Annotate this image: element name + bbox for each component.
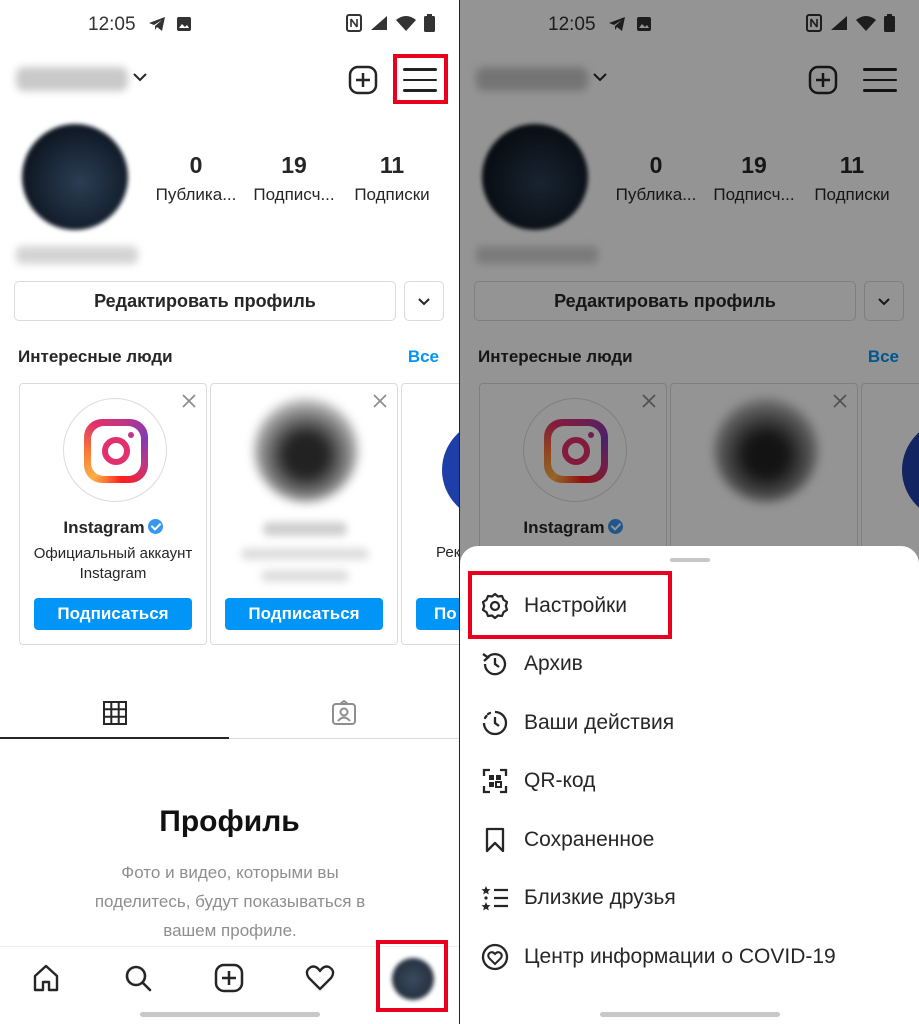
menu-highlight bbox=[393, 54, 448, 104]
empty-state-title: Профиль bbox=[159, 805, 300, 838]
stat-following-label: Подписки bbox=[354, 185, 430, 204]
profile-screen: 12:05 0 Публика... 19 Подписч... 11 Подп… bbox=[0, 0, 459, 1024]
tagged-icon[interactable] bbox=[330, 699, 358, 727]
chevron-down-icon[interactable] bbox=[132, 69, 148, 85]
stat-following-number: 11 bbox=[379, 152, 405, 178]
settings-highlight bbox=[468, 571, 672, 639]
gesture-bar bbox=[600, 1012, 780, 1017]
suggestion-name: Instagram bbox=[20, 518, 206, 538]
status-bar: 12:05 bbox=[0, 12, 459, 40]
menu-item-saved[interactable]: Сохраненное bbox=[478, 820, 898, 860]
stat-posts[interactable]: 0 Публика... bbox=[148, 152, 244, 205]
close-friends-icon bbox=[478, 881, 512, 915]
heart-icon[interactable] bbox=[305, 963, 335, 993]
menu-item-label: Архив bbox=[524, 652, 583, 675]
menu-item-qr-code[interactable]: QR-код bbox=[478, 761, 898, 801]
battery-icon bbox=[424, 14, 435, 32]
suggestion-card: Instagram Официальный аккаунт Instagram … bbox=[19, 383, 207, 645]
sheet-drag-handle[interactable] bbox=[670, 558, 710, 562]
signal-icon bbox=[371, 16, 387, 30]
archive-icon bbox=[478, 647, 512, 681]
menu-item-label: Близкие друзья bbox=[524, 886, 676, 909]
profile-avatar[interactable] bbox=[22, 124, 128, 230]
suggestion-card: Подписаться bbox=[210, 383, 398, 645]
dismiss-icon[interactable] bbox=[180, 392, 198, 410]
activity-icon bbox=[478, 706, 512, 740]
edit-profile-button[interactable]: Редактировать профиль bbox=[14, 281, 396, 321]
qr-code-icon bbox=[478, 764, 512, 798]
suggestion-avatar[interactable] bbox=[442, 420, 459, 520]
suggestion-desc: Рек bbox=[436, 544, 459, 561]
menu-item-label: Сохраненное bbox=[524, 828, 655, 851]
stat-posts-number: 0 bbox=[189, 152, 203, 178]
search-icon[interactable] bbox=[123, 963, 153, 993]
stat-followers[interactable]: 19 Подписч... bbox=[246, 152, 342, 205]
bookmark-icon bbox=[478, 823, 512, 857]
see-all-link[interactable]: Все bbox=[408, 347, 439, 367]
follow-button[interactable]: Подписаться bbox=[225, 598, 383, 630]
suggestion-desc-blurred bbox=[241, 548, 369, 560]
profile-header bbox=[0, 55, 459, 105]
profile-screen-with-menu: 12:05 0 Публика... 19 Подписч... 11 Подп… bbox=[460, 0, 919, 1024]
stat-followers-label: Подписч... bbox=[253, 185, 335, 204]
suggestion-avatar-blurred[interactable] bbox=[254, 398, 358, 502]
follow-button[interactable]: По bbox=[416, 598, 459, 630]
covid-info-icon bbox=[478, 940, 512, 974]
menu-item-close-friends[interactable]: Близкие друзья bbox=[478, 878, 898, 918]
status-time: 12:05 bbox=[88, 14, 136, 35]
tab-divider bbox=[229, 738, 459, 739]
suggestion-avatar[interactable] bbox=[63, 398, 167, 502]
menu-item-archive[interactable]: Архив bbox=[478, 644, 898, 684]
follow-button[interactable]: Подписаться bbox=[34, 598, 192, 630]
suggestion-desc: Официальный аккаунт Instagram bbox=[33, 545, 193, 582]
gesture-bar bbox=[140, 1012, 320, 1017]
options-bottom-sheet: Настройки Архив Ваши действия QR-код Сох… bbox=[460, 546, 919, 1024]
menu-item-label: Центр информации о COVID-19 bbox=[524, 945, 836, 968]
suggestion-name-blurred bbox=[263, 522, 347, 536]
username-blurred[interactable] bbox=[16, 67, 128, 91]
instagram-logo-icon bbox=[84, 419, 148, 483]
home-icon[interactable] bbox=[31, 963, 61, 993]
stat-following[interactable]: 11 Подписки bbox=[344, 152, 440, 205]
notification-icons bbox=[148, 16, 192, 32]
menu-item-your-activity[interactable]: Ваши действия bbox=[478, 703, 898, 743]
verified-badge-icon bbox=[147, 519, 163, 534]
menu-item-label: Ваши действия bbox=[524, 711, 675, 734]
suggestions-toggle-button[interactable] bbox=[404, 281, 444, 321]
profile-tabs bbox=[0, 688, 459, 740]
discover-title: Интересные люди bbox=[18, 347, 173, 366]
empty-state-desc: Фото и видео, которыми вы поделитесь, бу… bbox=[94, 863, 366, 940]
nfc-icon bbox=[346, 14, 362, 32]
telegram-icon bbox=[149, 17, 165, 31]
image-icon bbox=[177, 17, 191, 31]
stat-posts-label: Публика... bbox=[155, 185, 237, 204]
suggestion-card: Рек По bbox=[401, 383, 459, 645]
grid-icon[interactable] bbox=[102, 700, 128, 726]
system-icons bbox=[346, 14, 435, 32]
profile-nav-highlight bbox=[376, 940, 448, 1012]
active-tab-indicator bbox=[0, 737, 229, 739]
menu-item-label: QR-код bbox=[524, 769, 596, 792]
chevron-down-icon bbox=[418, 298, 430, 306]
stat-followers-number: 19 bbox=[281, 152, 307, 178]
new-post-icon[interactable] bbox=[214, 963, 244, 993]
menu-item-covid-info[interactable]: Центр информации о COVID-19 bbox=[478, 937, 898, 977]
display-name-blurred bbox=[16, 246, 138, 264]
new-post-button[interactable] bbox=[348, 65, 378, 95]
dismiss-icon[interactable] bbox=[371, 392, 389, 410]
suggestion-desc-blurred bbox=[261, 570, 349, 582]
wifi-icon bbox=[396, 16, 416, 31]
